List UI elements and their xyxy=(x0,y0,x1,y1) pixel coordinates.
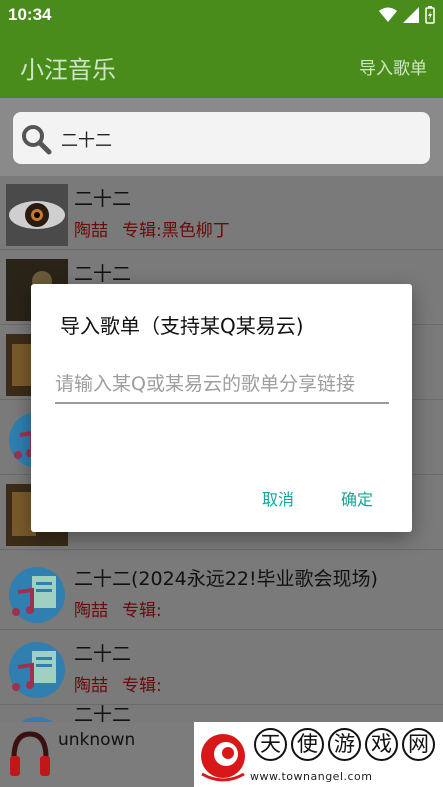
import-playlist-dialog: 导入歌单（支持某Q某易云) 请输入某Q或某易云的歌单分享链接 取消 确定 xyxy=(31,284,412,532)
song-row[interactable]: 二十二 陶喆 专辑: xyxy=(0,631,443,705)
search-icon xyxy=(22,125,52,155)
watermark-text: 天 使 游 戏 网 xyxy=(254,728,435,761)
song-row[interactable]: 二十二(2024永远22!毕业歌会现场) 陶喆 专辑: xyxy=(0,556,443,630)
dialog-title: 导入歌单（支持某Q某易云) xyxy=(60,314,304,338)
status-icons xyxy=(379,6,435,24)
status-time: 10:34 xyxy=(8,5,52,24)
watermark-char: 游 xyxy=(328,728,361,761)
album-cover xyxy=(6,184,68,246)
song-title: 二十二 xyxy=(74,643,132,665)
playlist-link-input[interactable]: 请输入某Q或某易云的歌单分享链接 xyxy=(55,368,389,404)
music-file-icon xyxy=(6,639,68,701)
song-title: 二十二 xyxy=(74,263,132,285)
signal-icon xyxy=(403,7,419,23)
watermark-char: 使 xyxy=(291,728,324,761)
headphones-icon xyxy=(10,731,50,776)
search-input[interactable]: 二十二 xyxy=(13,112,430,164)
song-row[interactable]: 二十二 陶喆 专辑:黑色柳丁 xyxy=(0,176,443,250)
watermark-char: 网 xyxy=(402,728,435,761)
import-playlist-button[interactable]: 导入歌单 xyxy=(359,54,427,79)
song-title: 二十二 xyxy=(74,704,132,722)
app-title: 小汪音乐 xyxy=(20,56,116,84)
song-album: 专辑:黑色柳丁 xyxy=(122,221,230,241)
song-artist: 陶喆 xyxy=(74,676,108,696)
search-area: 二十二 xyxy=(0,98,443,176)
watermark-char: 天 xyxy=(254,728,287,761)
search-query: 二十二 xyxy=(61,131,112,151)
watermark-logo-icon xyxy=(201,734,245,782)
watermark-url: www.townangel.com xyxy=(250,770,373,783)
mini-player[interactable]: unknown 天 使 游 戏 网 www.townangel.com xyxy=(0,722,443,787)
music-file-icon xyxy=(6,564,68,626)
song-album: 专辑: xyxy=(122,601,162,621)
status-bar: 10:34 xyxy=(0,0,443,32)
music-file-icon xyxy=(6,714,68,722)
app-bar: 小汪音乐 导入歌单 xyxy=(0,32,443,98)
cancel-button[interactable]: 取消 xyxy=(262,486,294,510)
song-artist: 陶喆 xyxy=(74,601,108,621)
song-row[interactable]: 二十二 xyxy=(0,704,443,722)
confirm-button[interactable]: 确定 xyxy=(341,486,373,510)
song-artist: 陶喆 xyxy=(74,221,108,241)
song-album: 专辑: xyxy=(122,676,162,696)
wifi-icon xyxy=(379,7,397,22)
song-title: 二十二 xyxy=(74,188,132,210)
watermark: 天 使 游 戏 网 www.townangel.com xyxy=(194,722,443,787)
battery-icon xyxy=(425,6,435,24)
player-title: unknown xyxy=(58,730,136,750)
watermark-char: 戏 xyxy=(365,728,398,761)
song-title: 二十二(2024永远22!毕业歌会现场) xyxy=(74,568,378,590)
